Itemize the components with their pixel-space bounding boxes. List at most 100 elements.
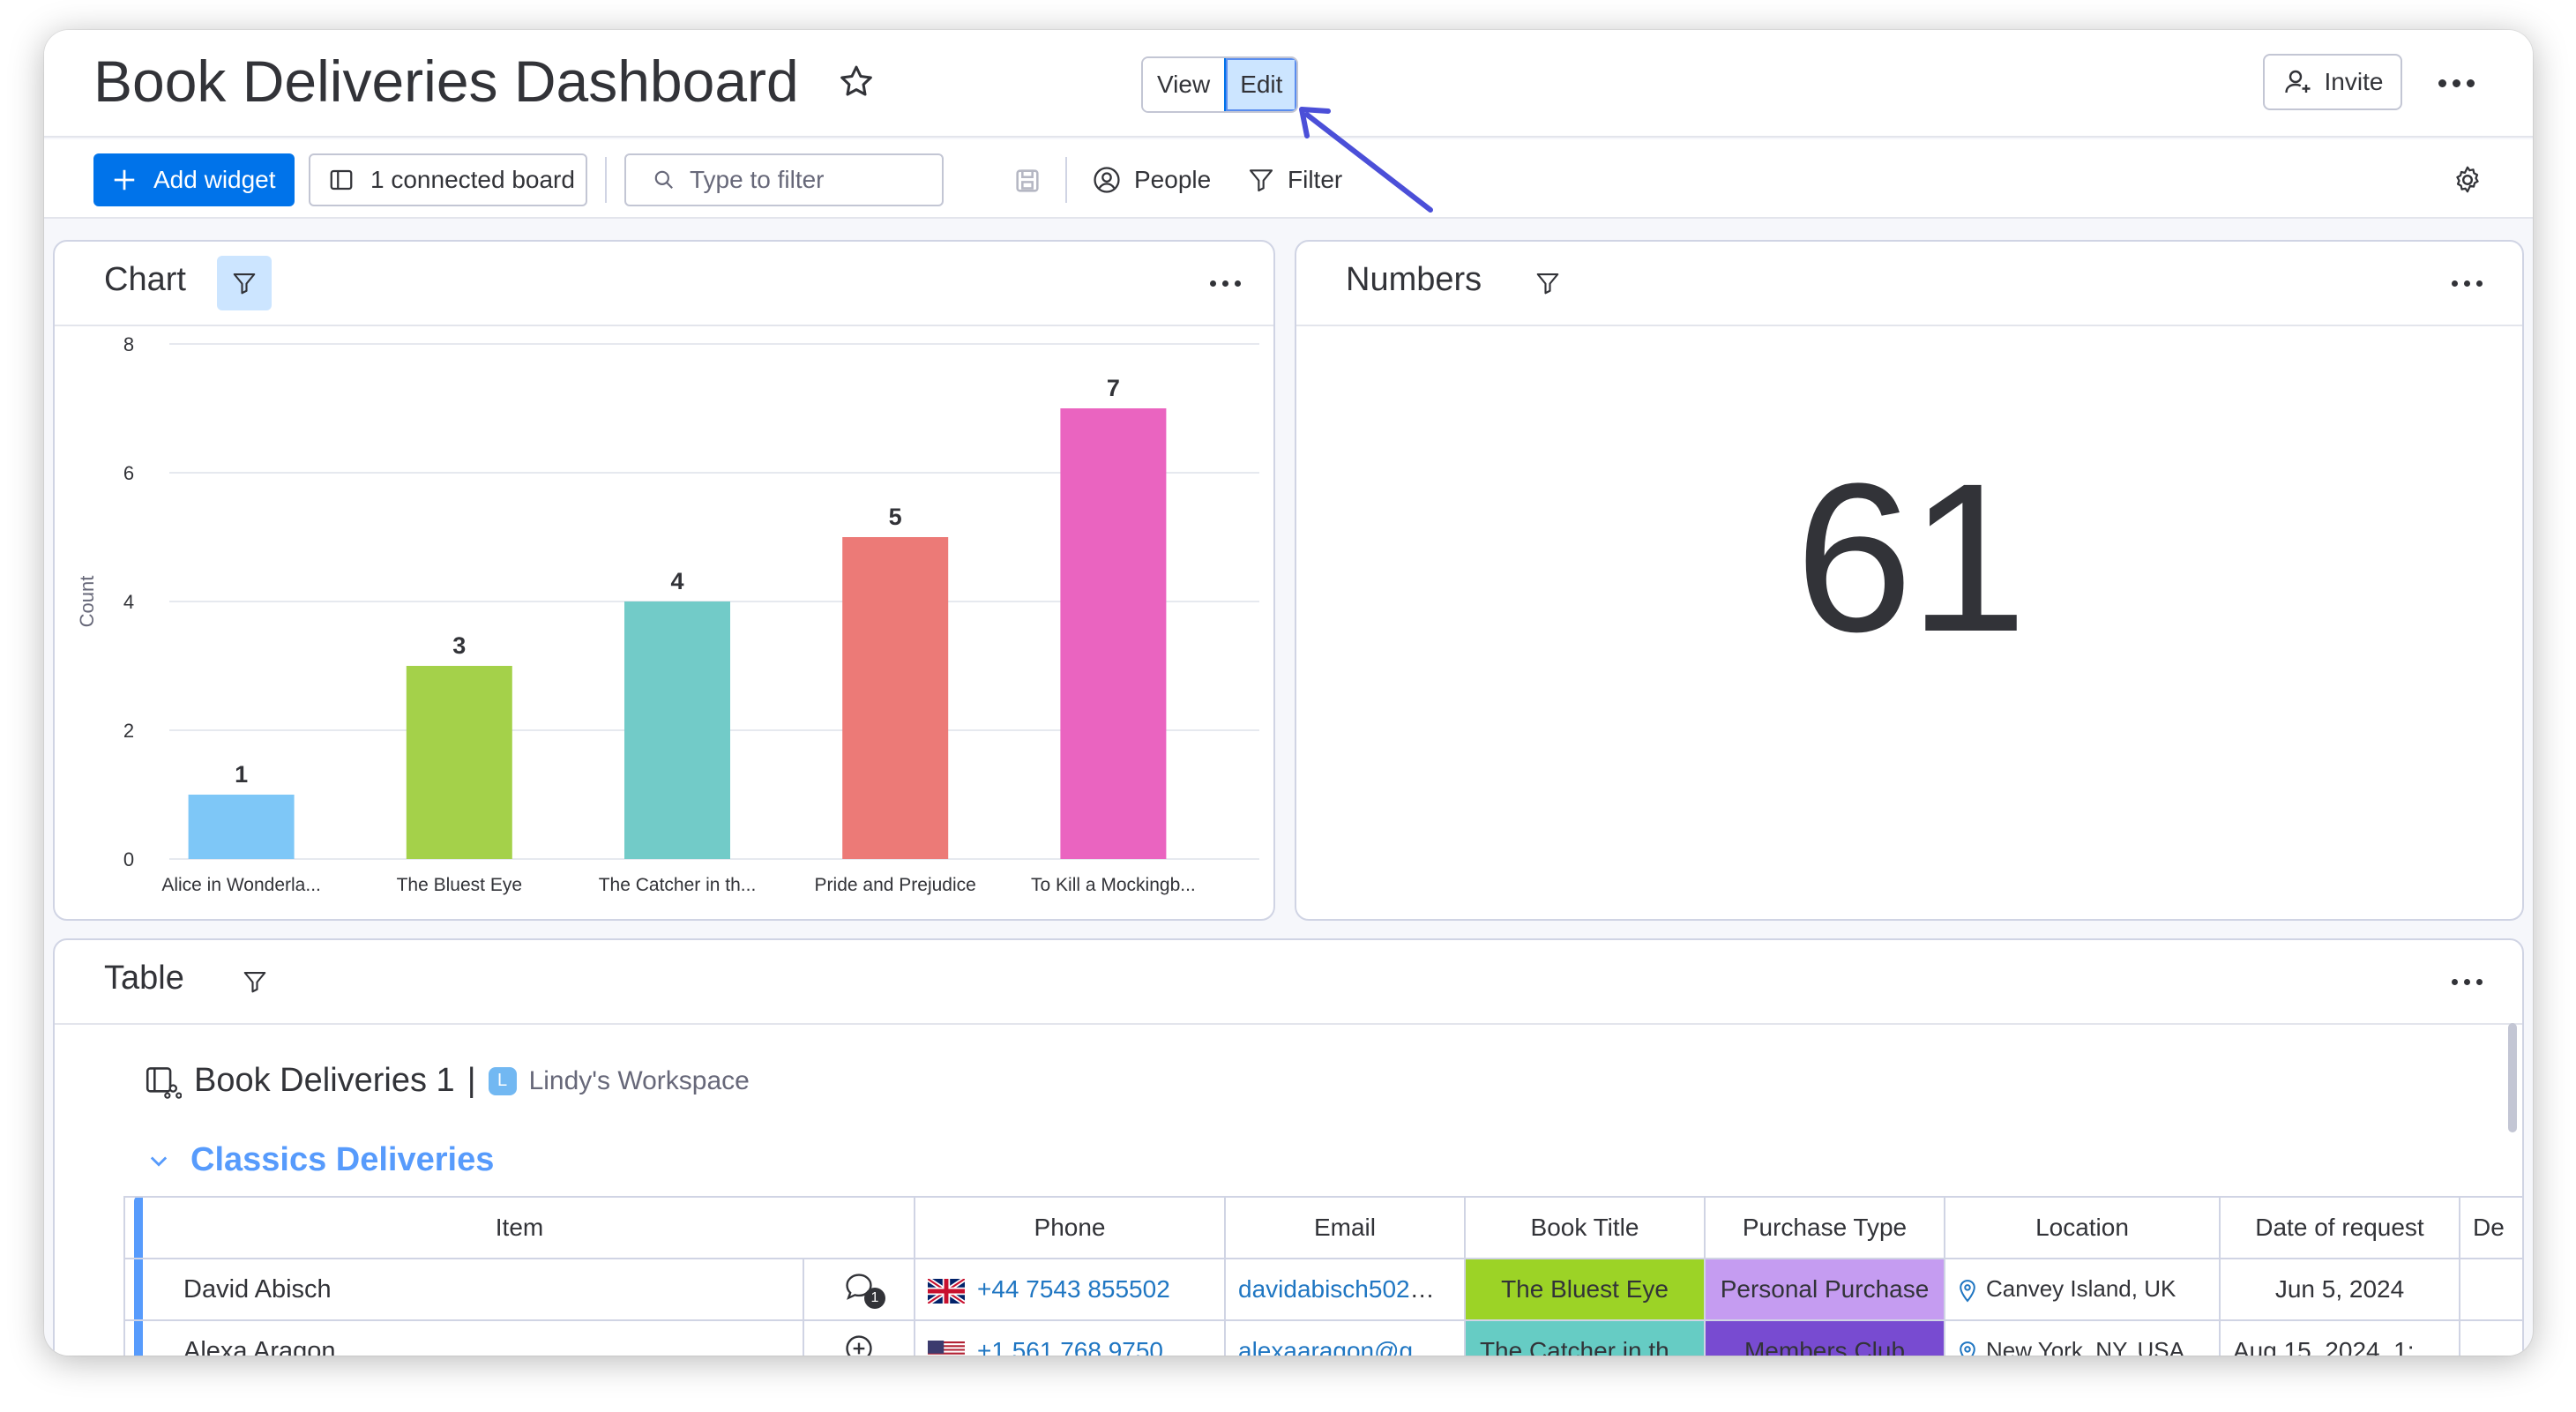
table-widget: Table Book Deliveries 1 | L Lindy's Work… [53, 938, 2524, 1356]
filter-icon [233, 273, 256, 295]
invite-label: Invite [2324, 68, 2384, 95]
column-header-location[interactable]: Location [1944, 1196, 2221, 1259]
invite-button[interactable]: Invite [2263, 54, 2402, 110]
item-name-cell[interactable]: David Abisch [123, 1258, 804, 1321]
toolbar-divider [605, 157, 607, 203]
phone-number[interactable]: +44 7543 855502 [977, 1275, 1170, 1303]
search-icon [654, 170, 673, 189]
partial-cell[interactable] [2459, 1258, 2522, 1321]
conversation-icon[interactable]: 1 [840, 1270, 885, 1309]
board-breadcrumb: Book Deliveries 1 | L Lindy's Workspace [145, 1062, 750, 1100]
table-filter-button[interactable] [228, 954, 282, 1009]
chevron-down-icon[interactable] [146, 1148, 171, 1173]
data-label: 4 [670, 568, 683, 594]
group-header[interactable]: Classics Deliveries [146, 1141, 494, 1179]
column-header-phone[interactable]: Phone [914, 1196, 1226, 1259]
chart-bar [1060, 408, 1167, 859]
workspace-badge: L [488, 1066, 517, 1095]
settings-gear-icon[interactable] [2452, 164, 2483, 196]
group-name[interactable]: Classics Deliveries [190, 1141, 494, 1179]
email-cell[interactable]: davidabisch502@g... [1224, 1258, 1466, 1321]
edit-button[interactable]: Edit [1224, 58, 1297, 111]
more-options-icon[interactable] [2438, 79, 2475, 87]
location-cell[interactable]: Canvey Island, UK [1944, 1258, 2221, 1321]
chart-bar [406, 666, 512, 859]
book-title-status[interactable]: The Catcher in th... [1464, 1319, 1706, 1356]
table-widget-header: Table [55, 940, 2522, 1025]
number-value: 61 [1795, 439, 2027, 676]
x-tick-label: Pride and Prejudice [815, 875, 976, 895]
dashboard-header: Book Deliveries Dashboard View Edit Invi… [44, 30, 2533, 138]
chart-bar [624, 601, 730, 859]
update-count-badge: 1 [864, 1287, 885, 1309]
save-icon[interactable] [1012, 166, 1042, 196]
purchase-type-status[interactable]: Members Club [1704, 1319, 1945, 1356]
x-tick-label: Alice in Wonderla... [161, 875, 321, 895]
dashboard-toolbar: Add widget 1 connected board Type to fil… [44, 139, 2533, 219]
people-label: People [1134, 166, 1212, 193]
column-header-partial[interactable]: De [2459, 1196, 2522, 1259]
column-header-purchase-type[interactable]: Purchase Type [1704, 1196, 1945, 1259]
connected-boards-button[interactable]: 1 connected board [309, 153, 587, 206]
x-tick-label: To Kill a Mockingb... [1031, 875, 1196, 895]
search-input[interactable] [690, 166, 937, 194]
table-widget-title: Table [104, 960, 184, 997]
search-field [624, 153, 944, 206]
chart-filter-button[interactable] [217, 256, 272, 310]
numbers-filter-button[interactable] [1520, 256, 1575, 310]
chart-more-options-icon[interactable] [1210, 280, 1241, 287]
chart-bar [188, 795, 295, 859]
table-more-options-icon[interactable] [2452, 979, 2483, 985]
numbers-widget: Numbers 61 [1295, 240, 2524, 921]
date-cell[interactable]: Jun 5, 2024 [2219, 1258, 2460, 1321]
chart-widget: Chart 0 2 4 6 8 Count 1 Alice in Wonderla... 3 Th… [53, 240, 1275, 921]
board-name[interactable]: Book Deliveries 1 [194, 1062, 455, 1100]
data-label: 3 [452, 632, 466, 659]
view-button[interactable]: View [1143, 58, 1225, 111]
workspace-name[interactable]: Lindy's Workspace [529, 1066, 750, 1096]
item-name-cell[interactable]: Alexa Aragon [123, 1319, 804, 1356]
data-label: 1 [235, 761, 248, 788]
date-cell[interactable]: Aug 15, 2024, 1:55... [2219, 1319, 2460, 1356]
table-row[interactable]: Alexa Aragon +1 561 768 9750 alexaaragon… [123, 1319, 2522, 1356]
purchase-type-status[interactable]: Personal Purchase [1704, 1258, 1945, 1321]
table-row[interactable]: David Abisch 1 +44 7543 855502 davidabis… [123, 1258, 2522, 1321]
location-pin-icon [1960, 1341, 1975, 1356]
location-value: New York, NY, USA [1986, 1337, 2184, 1356]
updates-cell[interactable]: 1 [803, 1258, 915, 1321]
x-tick-label: The Bluest Eye [397, 875, 522, 895]
updates-cell[interactable] [803, 1319, 915, 1356]
email-cell[interactable]: alexaaragon@gmail... [1224, 1319, 1466, 1356]
table-header-row: Item Phone Email Book Title Purchase Typ… [123, 1196, 2522, 1259]
partial-cell[interactable] [2459, 1319, 2522, 1356]
column-header-book-title[interactable]: Book Title [1464, 1196, 1706, 1259]
chart-widget-title: Chart [104, 261, 186, 298]
toolbar-divider [1065, 157, 1067, 203]
data-label: 7 [1107, 375, 1120, 401]
email-address[interactable]: alexaaragon@gmail... [1238, 1337, 1463, 1356]
column-header-email[interactable]: Email [1224, 1196, 1466, 1259]
location-cell[interactable]: New York, NY, USA [1944, 1319, 2221, 1356]
filter-button[interactable]: Filter [1247, 153, 1342, 206]
book-title-status[interactable]: The Bluest Eye [1464, 1258, 1706, 1321]
items-table: Item Phone Email Book Title Purchase Typ… [123, 1196, 2522, 1356]
column-header-item[interactable]: Item [123, 1196, 915, 1259]
people-filter-button[interactable]: People [1092, 153, 1211, 206]
breadcrumb-separator: | [467, 1062, 476, 1099]
y-tick-label: 8 [123, 333, 134, 355]
uk-flag-icon [928, 1278, 965, 1304]
add-update-icon[interactable] [841, 1332, 877, 1356]
add-widget-button[interactable]: Add widget [93, 153, 295, 206]
table-scrollbar[interactable] [2508, 1023, 2517, 1132]
phone-cell[interactable]: +1 561 768 9750 [914, 1319, 1226, 1356]
favorite-star-icon[interactable] [836, 62, 877, 102]
location-value: Canvey Island, UK [1986, 1275, 2177, 1303]
plus-icon [114, 169, 135, 191]
column-header-date-of-request[interactable]: Date of request [2219, 1196, 2460, 1259]
phone-cell[interactable]: +44 7543 855502 [914, 1258, 1226, 1321]
x-tick-label: The Catcher in th... [599, 875, 757, 895]
numbers-more-options-icon[interactable] [2452, 280, 2483, 287]
dashboard-window: Book Deliveries Dashboard View Edit Invi… [44, 30, 2533, 1356]
phone-number[interactable]: +1 561 768 9750 [977, 1337, 1163, 1356]
email-address[interactable]: davidabisch502@g... [1238, 1275, 1463, 1303]
